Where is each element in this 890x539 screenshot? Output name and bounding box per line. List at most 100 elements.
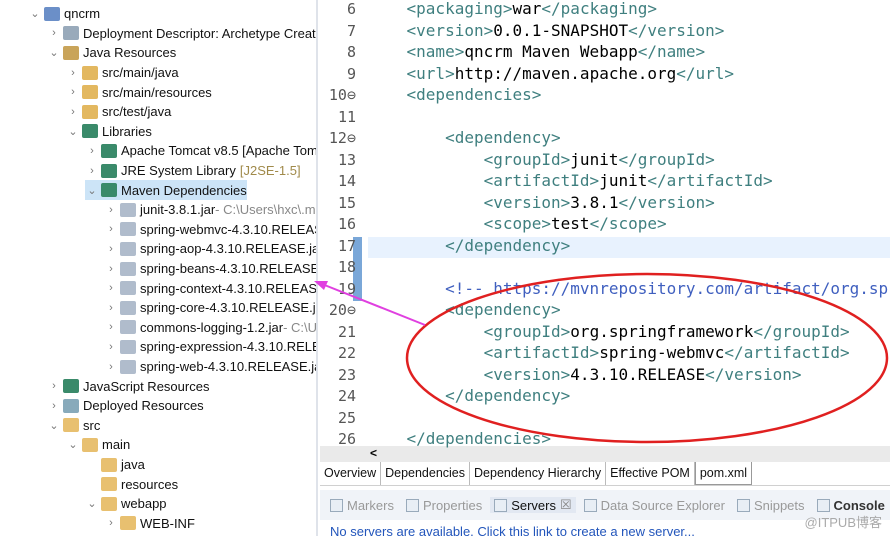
xml-tag: </dependency> <box>368 386 571 405</box>
view-tab[interactable]: Servers ☒ <box>490 497 576 513</box>
xml-tag: </artifactId> <box>724 343 850 362</box>
tree-item[interactable]: › spring-context-4.3.10.RELEASE.jar <box>104 278 316 298</box>
tree-item-detail: - C:\Use <box>283 319 318 335</box>
chevron-right-icon[interactable]: › <box>104 223 118 235</box>
xml-text: junit <box>570 149 619 169</box>
chevron-down-icon[interactable]: ⌄ <box>47 419 61 432</box>
code-line: <artifactId>spring-webmvc</artifactId> <box>368 343 850 362</box>
editor-tab[interactable]: Dependencies <box>381 462 471 485</box>
create-server-link[interactable]: No servers are available. Click this lin… <box>330 524 695 539</box>
view-tab[interactable]: Properties <box>402 498 486 513</box>
xml-tag: </artifactId> <box>647 171 773 190</box>
tree-item[interactable]: ⌄ qncrm <box>28 4 100 24</box>
tree-item[interactable]: ⌄ webapp <box>85 494 166 514</box>
xml-tag: <groupId> <box>368 321 571 341</box>
view-tab[interactable]: Data Source Explorer <box>580 498 729 513</box>
tree-item[interactable]: › Deployment Descriptor: Archetype Create… <box>47 24 316 44</box>
xml-tag: <groupId> <box>368 149 571 169</box>
code-line: <url>http://maven.apache.org</url> <box>368 63 735 83</box>
line-number: 15 <box>337 193 356 212</box>
chevron-down-icon[interactable]: ⌄ <box>85 184 99 197</box>
chevron-right-icon[interactable]: › <box>85 165 99 177</box>
chevron-right-icon[interactable]: › <box>47 380 61 392</box>
chevron-right-icon[interactable]: › <box>66 86 80 98</box>
tree-item[interactable]: › Deployed Resources <box>47 396 204 416</box>
line-number: 25 <box>337 408 356 427</box>
code-line: </dependency> <box>368 386 570 405</box>
chevron-right-icon[interactable]: › <box>66 67 80 79</box>
chevron-right-icon[interactable]: › <box>104 243 118 255</box>
tree-item[interactable]: › commons-logging-1.2.jar - C:\Use <box>104 318 318 338</box>
servers-icon <box>494 498 508 512</box>
editor-tab[interactable]: Effective POM <box>606 462 695 485</box>
view-tab[interactable]: Markers <box>326 498 398 513</box>
tree-item[interactable]: ›spring-beans-4.3.10.RELEASE.jar - C: <box>104 259 316 279</box>
xml-tag: </packaging> <box>541 0 657 18</box>
tree-item[interactable]: resources <box>85 474 178 494</box>
chevron-down-icon[interactable]: ⌄ <box>85 497 99 510</box>
chevron-right-icon[interactable]: › <box>104 361 118 373</box>
data-source-icon <box>583 498 597 512</box>
tree-item[interactable]: › spring-webmvc-4.3.10.RELEASE.jar <box>104 220 316 240</box>
chevron-right-icon[interactable]: › <box>104 341 118 353</box>
chevron-right-icon[interactable]: › <box>66 106 80 118</box>
view-tab-label: Properties <box>422 497 483 513</box>
chevron-right-icon[interactable]: › <box>104 282 118 294</box>
line-number: 26 <box>337 430 356 448</box>
tree-item[interactable]: › Apache Tomcat v8.5 [Apache Tomcat v8.5] <box>85 141 316 161</box>
editor-tab[interactable]: pom.xml <box>694 462 753 485</box>
code-line: <version>0.0.1-SNAPSHOT</version> <box>368 21 725 40</box>
code-line: <name>qncrm Maven Webapp</name> <box>368 42 706 61</box>
tree-item[interactable]: › src/main/java <box>66 63 178 83</box>
chevron-right-icon[interactable]: › <box>47 27 61 39</box>
tree-item[interactable]: ›spring-core-4.3.10.RELEASE.jar - C <box>104 298 318 318</box>
tree-item-label: Deployed Resources <box>83 398 204 414</box>
editor-tabs: Overview Dependencies Dependency Hierarchy… <box>320 462 890 486</box>
chevron-right-icon[interactable]: › <box>104 263 118 275</box>
chevron-right-icon[interactable]: › <box>104 321 118 333</box>
folder-icon <box>101 457 117 472</box>
tree-item[interactable]: ⌄ Libraries <box>66 122 151 142</box>
chevron-right-icon[interactable]: › <box>47 400 61 412</box>
code-line: <dependencies> <box>368 85 542 104</box>
line-number: 23 <box>337 365 356 384</box>
tree-item[interactable]: › JavaScript Resources <box>47 376 209 396</box>
xml-tag: </url> <box>676 63 735 83</box>
tree-item[interactable]: ›spring-web-4.3.10.RELEASE.jar - C <box>104 357 316 377</box>
tree-item[interactable]: › src/test/java <box>66 102 171 122</box>
chevron-right-icon[interactable]: › <box>104 204 118 216</box>
code-line: <dependency> <box>368 128 561 147</box>
tree-item[interactable]: ›spring-aop-4.3.10.RELEASE.jar - C: <box>104 239 316 259</box>
code-line: <version>4.3.10.RELEASE</version> <box>368 365 802 384</box>
tree-item[interactable]: ⌄ main <box>66 435 130 455</box>
pom-xml-editor[interactable]: < 6 <packaging>war</packaging> 7 <version… <box>320 0 890 462</box>
view-tab[interactable]: Console <box>813 498 889 513</box>
view-tab-label: Console <box>833 497 885 513</box>
tree-item[interactable]: › src/main/resources <box>66 82 212 102</box>
tree-item[interactable]: ⌄ src <box>47 416 100 436</box>
tree-item-label: spring-core-4.3.10.RELEASE.jar <box>140 300 318 316</box>
tree-item-label: java <box>121 457 145 473</box>
tree-item-label: src/test/java <box>102 104 172 120</box>
chevron-right-icon[interactable]: › <box>104 302 118 314</box>
code-line: </dependencies> <box>368 429 552 448</box>
editor-tab[interactable]: Overview <box>320 462 382 485</box>
chevron-down-icon[interactable]: ⌄ <box>66 125 80 138</box>
chevron-right-icon[interactable]: › <box>104 517 118 529</box>
chevron-right-icon[interactable]: › <box>85 145 99 157</box>
tree-item[interactable]: › spring-expression-4.3.10.RELEASE.jar <box>104 337 316 357</box>
tree-item[interactable]: › junit-3.8.1.jar - C:\Users\hxc\.m2\repo… <box>104 200 316 220</box>
horizontal-scrollbar[interactable]: < <box>320 446 890 462</box>
tree-item[interactable]: ⌄ Maven Dependencies <box>85 180 247 200</box>
editor-tab[interactable]: Dependency Hierarchy <box>470 462 607 485</box>
chevron-down-icon[interactable]: ⌄ <box>66 438 80 451</box>
scroll-left-arrow[interactable]: < <box>370 446 377 460</box>
tree-item[interactable]: › WEB-INF <box>104 514 195 534</box>
tree-item[interactable]: java <box>85 455 145 475</box>
chevron-down-icon[interactable]: ⌄ <box>47 46 61 59</box>
chevron-down-icon[interactable]: ⌄ <box>28 7 42 20</box>
close-icon[interactable]: ☒ <box>560 497 572 513</box>
tree-item[interactable]: › JRE System Library [J2SE-1.5] <box>85 161 300 181</box>
tree-item[interactable]: ⌄ Java Resources <box>47 43 176 63</box>
view-tab[interactable]: Snippets <box>733 498 809 513</box>
